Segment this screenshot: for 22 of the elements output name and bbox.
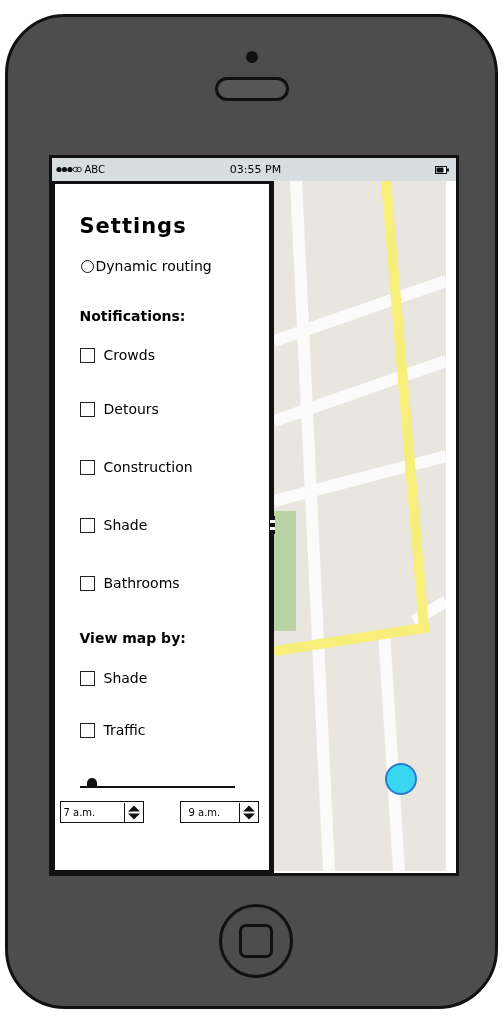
section-heading: View map by: [79, 630, 187, 648]
option-checkbox[interactable]: Detours [79, 380, 269, 438]
option-checkbox[interactable]: Shade [79, 496, 269, 554]
battery-icon [435, 165, 450, 174]
stepper-arrows-icon[interactable] [123, 802, 143, 822]
speaker-icon [214, 77, 289, 101]
signal-icon [55, 166, 82, 173]
carrier-name: ABC [84, 164, 105, 175]
dynamic-routing-radio[interactable]: Dynamic routing [80, 258, 269, 274]
camera-icon [245, 51, 258, 63]
option-checkbox[interactable]: Crowds [79, 330, 269, 380]
slider-thumb[interactable] [86, 778, 97, 787]
start-time-stepper[interactable]: 7 a.m. [59, 801, 144, 823]
section-heading: Notifications: [79, 308, 187, 326]
settings-title: Settings [79, 213, 188, 240]
option-checkbox[interactable]: Construction [79, 438, 269, 496]
option-checkbox[interactable]: Shade [79, 652, 269, 704]
status-time: 03:55 PM [229, 163, 282, 176]
option-checkbox[interactable]: Bathrooms [79, 554, 269, 612]
stepper-arrows-icon[interactable] [238, 802, 258, 822]
option-checkbox[interactable]: Traffic [79, 704, 269, 756]
end-time-stepper[interactable]: 9 a.m. [179, 801, 259, 823]
